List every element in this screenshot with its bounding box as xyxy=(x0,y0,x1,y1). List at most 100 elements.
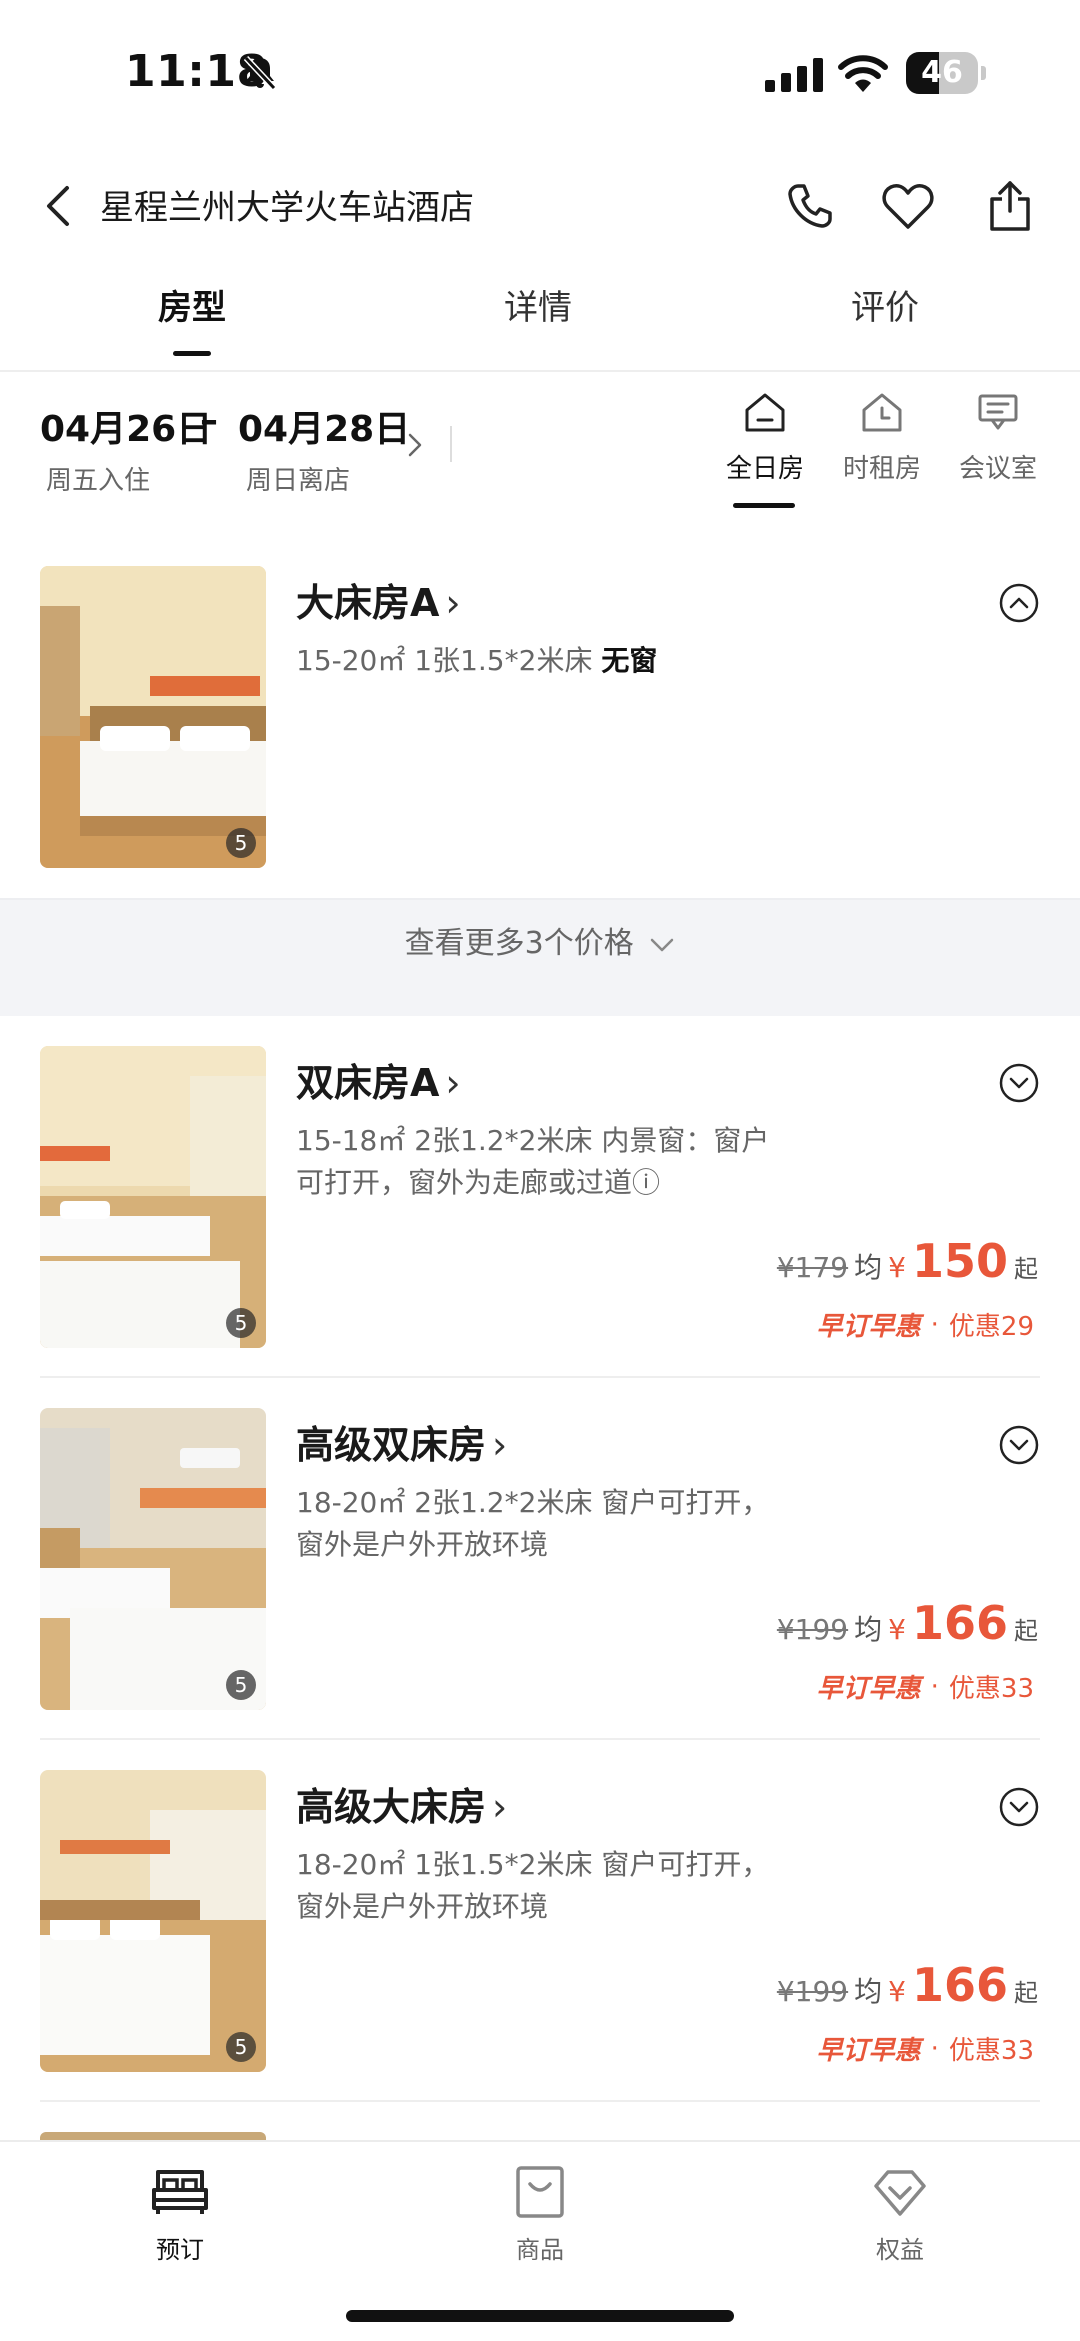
room-photo-image xyxy=(40,1046,266,1348)
mode-label: 会议室 xyxy=(958,454,1037,484)
chevron-right-icon: › xyxy=(492,1423,508,1467)
room-name-text: 高级双床房 xyxy=(296,1423,487,1467)
room-card[interactable]: 5 大床房A › 15-20㎡ 1张1.5*2米床 无窗 xyxy=(0,566,1080,876)
cellular-signal-icon xyxy=(765,58,823,92)
room-name[interactable]: 大床房A › xyxy=(296,572,461,627)
divider xyxy=(450,426,452,462)
favorite-button[interactable] xyxy=(878,176,938,236)
photo-count: 5 xyxy=(226,2032,256,2062)
status-bar: 11:18 46 xyxy=(0,0,1080,150)
price-line: ¥199 均 ¥ 166 起 xyxy=(777,1596,1038,1650)
room-name[interactable]: 高级大床房 › xyxy=(296,1776,507,1831)
home-indicator[interactable] xyxy=(346,2310,734,2322)
hotel-name: 星程兰州大学火车站酒店 xyxy=(100,188,474,228)
battery-level: 46 xyxy=(921,55,963,90)
original-price: ¥199 xyxy=(776,1613,849,1646)
phone-icon xyxy=(788,184,832,228)
room-photo[interactable]: 5 xyxy=(40,1408,266,1710)
from-label: 起 xyxy=(1014,1617,1038,1645)
promo-separator: · xyxy=(930,1309,939,1340)
photo-count: 5 xyxy=(226,1308,256,1338)
avg-label: 均 xyxy=(854,1251,883,1284)
promo-line: 早订早惠 · 优惠29 xyxy=(817,1306,1034,1343)
phone-button[interactable] xyxy=(780,176,840,236)
promo-line: 早订早惠 · 优惠33 xyxy=(817,1668,1034,1705)
date-range-button[interactable]: 04月26日 – 04月28日 周五入住 周日离店 xyxy=(0,374,440,524)
nav-book[interactable]: 预订 xyxy=(100,2160,260,2265)
mode-label: 全日房 xyxy=(725,454,804,484)
room-card[interactable]: 5 双床房A › 15-18㎡ 2张1.2*2米床 内景窗：窗户可打开，窗外为走廊… xyxy=(0,1046,1080,1376)
room-photo-image xyxy=(40,1770,266,2072)
photo-count: 5 xyxy=(226,828,256,858)
room-name-text: 大床房A xyxy=(296,581,440,625)
active-mode-indicator xyxy=(733,503,795,508)
room-area: 18-20㎡ xyxy=(296,1486,406,1519)
more-prices-button[interactable]: 查看更多3个价格 xyxy=(0,898,1080,1016)
clock-house-icon xyxy=(862,393,902,432)
room-photo-image xyxy=(40,1408,266,1710)
room-area: 15-20㎡ xyxy=(296,644,406,677)
room-bed: 2张1.2*2米床 xyxy=(414,1124,593,1157)
tab-reviews[interactable]: 评价 xyxy=(785,280,985,329)
shopping-bag-icon xyxy=(516,2166,564,2218)
currency-symbol: ¥ xyxy=(888,1613,906,1646)
checkin-date: 04月26日 xyxy=(40,409,213,450)
room-specs: 15-18㎡ 2张1.2*2米床 内景窗：窗户可打开，窗外为走廊或过道ⓘ xyxy=(296,1120,776,1204)
promo-tag: 早订早惠 xyxy=(816,1674,921,1704)
back-button[interactable] xyxy=(30,178,86,234)
room-specs: 18-20㎡ 2张1.2*2米床 窗户可打开，窗外是户外开放环境 xyxy=(296,1482,776,1566)
chevron-down-icon xyxy=(651,938,674,951)
room-bed: 2张1.2*2米床 xyxy=(414,1486,593,1519)
collapse-icon[interactable] xyxy=(998,582,1040,624)
mode-hourly[interactable]: 时租房 xyxy=(822,388,942,508)
room-photo[interactable]: 5 xyxy=(40,1046,266,1348)
mode-label: 时租房 xyxy=(842,454,921,484)
more-prices-text: 查看更多3个价格 xyxy=(404,926,634,961)
wifi-icon xyxy=(838,55,888,92)
main-tabs: 房型 详情 评价 xyxy=(0,262,1080,372)
promo-tag: 早订早惠 xyxy=(816,1312,921,1342)
mode-full-day[interactable]: 全日房 xyxy=(705,388,825,508)
battery-indicator: 46 xyxy=(906,52,986,94)
room-photo-image xyxy=(40,566,266,868)
chevron-right-icon xyxy=(408,433,422,457)
promo-separator: · xyxy=(930,2033,939,2064)
room-specs: 18-20㎡ 1张1.5*2米床 窗户可打开，窗外是户外开放环境 xyxy=(296,1844,776,1928)
room-name-text: 双床房A xyxy=(296,1061,440,1105)
checkout-date: 04月28日 xyxy=(238,409,411,450)
room-specs: 15-20㎡ 1张1.5*2米床 无窗 xyxy=(296,640,856,682)
nav-products[interactable]: 商品 xyxy=(460,2160,620,2265)
room-card[interactable]: 5 高级双床房 › 18-20㎡ 2张1.2*2米床 窗户可打开，窗外是户外开放环… xyxy=(0,1408,1080,1738)
more-prices-label: 查看更多3个价格 xyxy=(0,918,1080,962)
date-selector: 04月26日 – 04月28日 周五入住 周日离店 全日房 时租房 会议室 xyxy=(0,374,1080,524)
room-name-text: 高级大床房 xyxy=(296,1785,487,1829)
mode-meeting-room[interactable]: 会议室 xyxy=(938,388,1058,508)
room-area: 18-20㎡ xyxy=(296,1848,406,1881)
price-line: ¥179 均 ¥ 150 起 xyxy=(777,1234,1038,1288)
expand-icon[interactable] xyxy=(998,1062,1040,1104)
promo-tag: 早订早惠 xyxy=(816,2036,921,2066)
tab-room-types[interactable]: 房型 xyxy=(92,280,292,329)
nav-benefits[interactable]: 权益 xyxy=(820,2160,980,2265)
room-photo[interactable]: 5 xyxy=(40,1770,266,2072)
checkout-label: 周日离店 xyxy=(246,466,351,496)
chevron-left-icon xyxy=(47,186,69,226)
share-button[interactable] xyxy=(980,176,1040,236)
expand-icon[interactable] xyxy=(998,1786,1040,1828)
current-price: 150 xyxy=(911,1234,1008,1288)
from-label: 起 xyxy=(1014,1979,1038,2007)
checkin-label: 周五入住 xyxy=(46,466,151,496)
room-name[interactable]: 高级双床房 › xyxy=(296,1414,507,1469)
original-price: ¥199 xyxy=(776,1975,849,2008)
tab-details[interactable]: 详情 xyxy=(438,280,638,329)
meeting-room-icon xyxy=(978,394,1018,430)
current-price: 166 xyxy=(911,1958,1008,2012)
room-name[interactable]: 双床房A › xyxy=(296,1052,461,1107)
expand-icon[interactable] xyxy=(998,1424,1040,1466)
room-area: 15-18㎡ xyxy=(296,1124,406,1157)
discount-amount: 优惠29 xyxy=(948,1312,1034,1342)
room-card[interactable]: 5 高级大床房 › 18-20㎡ 1张1.5*2米床 窗户可打开，窗外是户外开放环… xyxy=(0,1770,1080,2100)
room-photo[interactable]: 5 xyxy=(40,566,266,868)
active-tab-indicator xyxy=(173,351,211,356)
bed-icon xyxy=(152,2170,208,2214)
